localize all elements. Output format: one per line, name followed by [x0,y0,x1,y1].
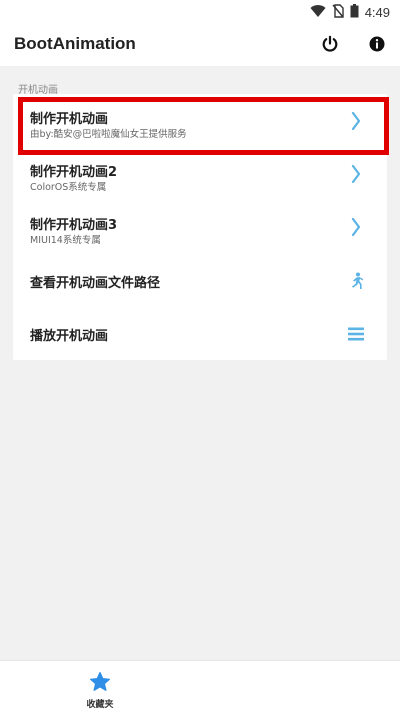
menu-item-make-boot-animation[interactable]: 制作开机动画 由by:酷安@巴啦啦魔仙女王提供服务 [13,94,387,147]
info-icon [369,36,385,56]
menu-item-subtitle: ColorOS系统专属 [30,182,107,193]
menu-item-subtitle: 由by:酷安@巴啦啦魔仙女王提供服务 [30,129,187,140]
app-bar: BootAnimation [0,24,400,66]
menu-item-subtitle: MIUI14系统专属 [30,235,101,246]
menu-item-title: 制作开机动画 [30,112,109,127]
status-time: 4:49 [364,4,390,20]
chevron-right-icon [347,165,365,183]
no-sim-icon [332,3,344,22]
nav-item-favorites[interactable]: 收藏夹 [70,669,130,710]
menu-item-title: 查看开机动画文件路径 [30,276,161,291]
menu-item-title: 制作开机动画3 [30,218,118,233]
menu-item-make-boot-animation-2[interactable]: 制作开机动画2 ColorOS系统专属 [13,147,387,200]
battery-icon [350,3,359,22]
menu-card: 制作开机动画 由by:酷安@巴啦啦魔仙女王提供服务 制作开机动画2 ColorO… [13,94,387,360]
menu-item-title: 播放开机动画 [30,329,109,344]
status-icons: 4:49 [310,3,390,22]
wifi-icon [310,3,326,22]
menu-item-view-animation-path[interactable]: 查看开机动画文件路径 [13,253,387,306]
nav-label-favorites: 收藏夹 [86,700,114,710]
power-icon [321,35,339,57]
chevron-right-icon [347,218,365,236]
app-title: BootAnimation [14,34,136,53]
chevron-right-icon [347,112,365,130]
power-button[interactable] [317,33,343,59]
bottom-nav: 收藏夹 [0,660,400,712]
running-person-icon [347,272,365,290]
menu-item-make-boot-animation-3[interactable]: 制作开机动画3 MIUI14系统专属 [13,200,387,253]
menu-item-play-animation[interactable]: 播放开机动画 [13,306,387,359]
menu-item-title: 制作开机动画2 [30,165,118,180]
status-bar: 4:49 [0,0,400,24]
info-button[interactable] [364,33,390,59]
menu-lines-icon [347,325,365,343]
star-icon [89,671,111,693]
